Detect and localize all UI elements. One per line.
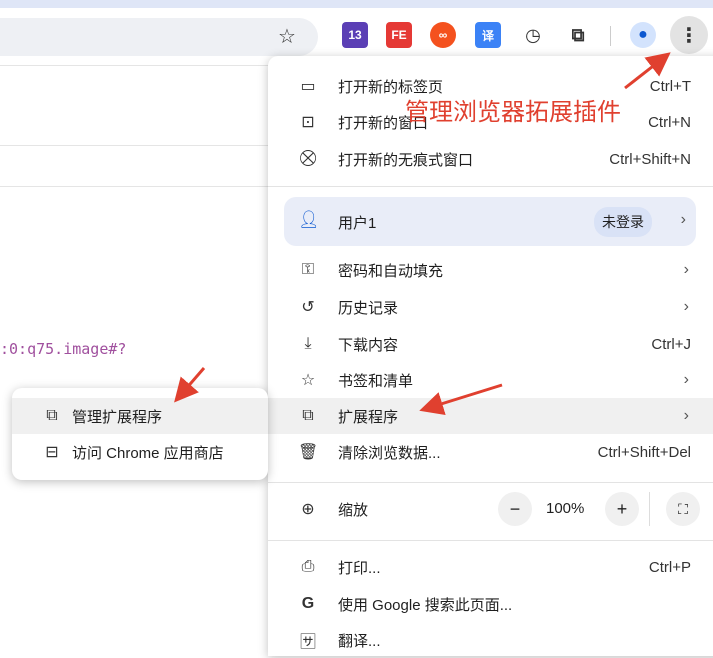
arrow-to-manage-extensions [174, 367, 206, 403]
arrow-to-menu-button [624, 52, 671, 90]
arrow-to-extensions [419, 383, 503, 416]
annotation-arrows [174, 52, 671, 416]
